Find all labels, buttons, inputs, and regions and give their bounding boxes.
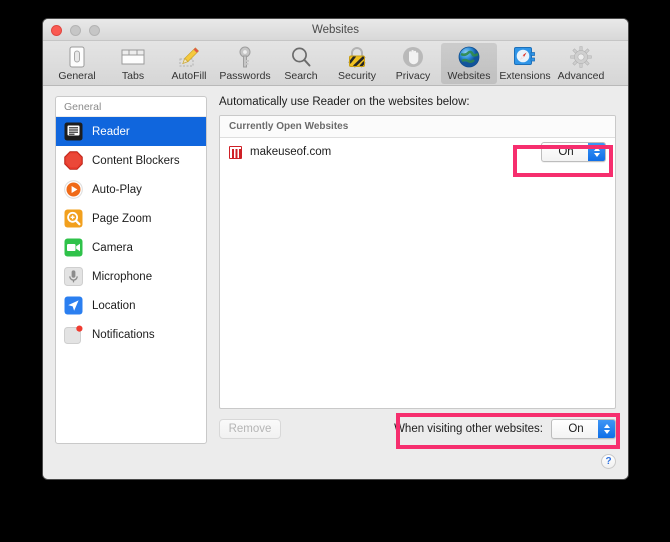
general-icon	[49, 45, 105, 69]
sidebar-item-content-blockers[interactable]: Content Blockers	[56, 146, 206, 175]
sidebar-label-microphone: Microphone	[92, 270, 153, 283]
sidebar-item-camera[interactable]: Camera	[56, 233, 206, 262]
autofill-icon	[161, 45, 217, 69]
toolbar-item-autofill[interactable]: AutoFill	[161, 43, 217, 84]
toolbar-label-passwords: Passwords	[219, 70, 271, 82]
sidebar-item-notifications[interactable]: Notifications	[56, 320, 206, 349]
privacy-icon	[385, 45, 441, 69]
other-websites-popup[interactable]: On	[551, 419, 616, 439]
toolbar-item-extensions[interactable]: Extensions	[497, 43, 553, 84]
websites-list: Currently Open Websites makeuseof.com On	[219, 115, 616, 409]
passwords-icon	[217, 45, 273, 69]
toolbar-item-advanced[interactable]: Advanced	[553, 43, 609, 84]
website-reader-setting-popup[interactable]: On	[541, 142, 606, 162]
toolbar-label-privacy: Privacy	[395, 70, 431, 82]
websites-sidebar: General Reader Content Blockers Auto-Pla…	[55, 96, 207, 444]
preferences-window: Websites General Tabs AutoFill Passwords…	[42, 18, 629, 480]
sidebar-item-auto-play[interactable]: Auto-Play	[56, 175, 206, 204]
auto-play-icon	[63, 180, 83, 200]
notifications-icon	[63, 325, 83, 345]
toolbar-label-general: General	[58, 70, 96, 82]
sidebar-label-notifications: Notifications	[92, 328, 155, 341]
chevron-updown-icon	[588, 143, 605, 161]
sidebar-label-page-zoom: Page Zoom	[92, 212, 152, 225]
search-icon	[273, 45, 329, 69]
toolbar-label-security: Security	[338, 70, 376, 82]
tabs-icon	[105, 45, 161, 69]
other-websites-group: When visiting other websites: On	[394, 419, 616, 439]
makeuseof-favicon	[229, 145, 242, 159]
reader-icon	[63, 122, 83, 142]
window-title: Websites	[311, 24, 360, 36]
sidebar-label-location: Location	[92, 299, 136, 312]
help-button[interactable]: ?	[601, 454, 616, 469]
toolbar-label-websites: Websites	[447, 70, 491, 82]
advanced-icon	[553, 45, 609, 69]
toolbar-item-general[interactable]: General	[49, 43, 105, 84]
other-websites-value: On	[568, 423, 584, 435]
toolbar-item-tabs[interactable]: Tabs	[105, 43, 161, 84]
table-row[interactable]: makeuseof.com On	[220, 138, 615, 166]
sidebar-item-reader[interactable]: Reader	[56, 117, 206, 146]
pane-bottom-bar: Remove When visiting other websites: On	[219, 418, 616, 440]
sidebar-label-reader: Reader	[92, 125, 130, 138]
extensions-icon	[497, 45, 553, 69]
toolbar-item-passwords[interactable]: Passwords	[217, 43, 273, 84]
websites-icon	[441, 45, 497, 69]
toolbar-item-websites[interactable]: Websites	[441, 43, 497, 84]
reader-settings-pane: Automatically use Reader on the websites…	[219, 96, 616, 479]
sidebar-item-location[interactable]: Location	[56, 291, 206, 320]
chevron-updown-icon	[598, 420, 615, 438]
sidebar-item-page-zoom[interactable]: Page Zoom	[56, 204, 206, 233]
toolbar-label-search: Search	[284, 70, 318, 82]
pane-caption: Automatically use Reader on the websites…	[219, 96, 470, 108]
toolbar-label-autofill: AutoFill	[171, 70, 207, 82]
preferences-toolbar: General Tabs AutoFill Passwords Search S…	[43, 41, 628, 86]
preferences-body: General Reader Content Blockers Auto-Pla…	[43, 86, 628, 479]
sidebar-label-content-blockers: Content Blockers	[92, 154, 180, 167]
other-websites-label: When visiting other websites:	[394, 423, 543, 435]
toolbar-item-security[interactable]: Security	[329, 43, 385, 84]
content-blockers-icon	[63, 151, 83, 171]
sidebar-section-header: General	[56, 97, 206, 117]
microphone-icon	[63, 267, 83, 287]
sidebar-label-camera: Camera	[92, 241, 133, 254]
website-reader-setting-value: On	[558, 146, 574, 158]
camera-icon	[63, 238, 83, 258]
website-name: makeuseof.com	[250, 146, 332, 158]
location-icon	[63, 296, 83, 316]
toolbar-label-extensions: Extensions	[499, 70, 551, 82]
toolbar-item-search[interactable]: Search	[273, 43, 329, 84]
page-zoom-icon	[63, 209, 83, 229]
toolbar-label-advanced: Advanced	[557, 70, 605, 82]
title-bar: Websites	[43, 19, 628, 41]
list-section-header: Currently Open Websites	[220, 116, 615, 138]
security-icon	[329, 45, 385, 69]
sidebar-item-microphone[interactable]: Microphone	[56, 262, 206, 291]
remove-button[interactable]: Remove	[219, 419, 281, 439]
toolbar-label-tabs: Tabs	[121, 70, 145, 82]
toolbar-item-privacy[interactable]: Privacy	[385, 43, 441, 84]
sidebar-label-auto-play: Auto-Play	[92, 183, 142, 196]
